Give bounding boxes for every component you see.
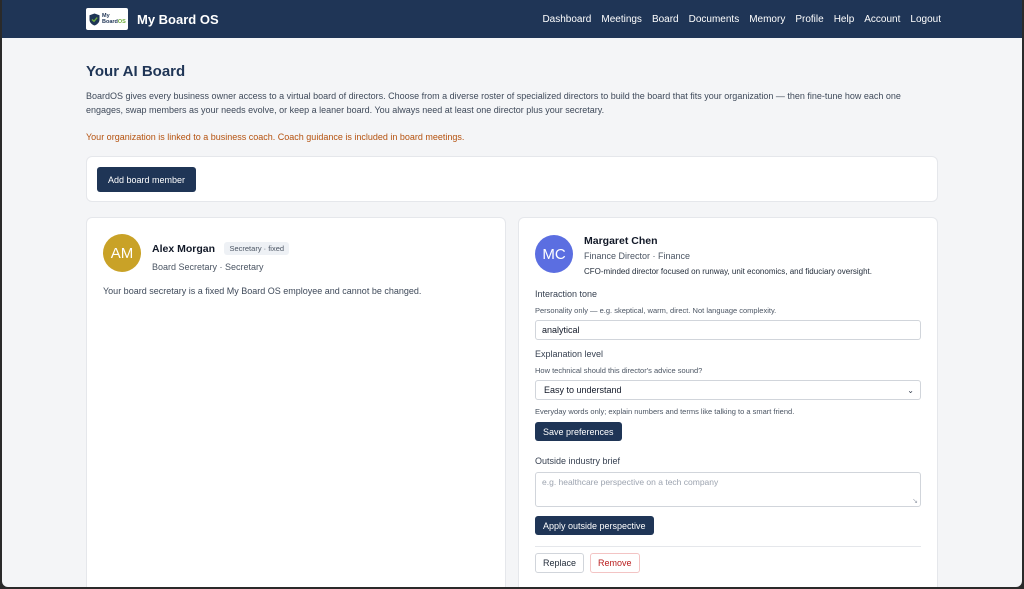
logo-wordmark: My BoardOS (102, 13, 126, 25)
outside-brief-textarea[interactable]: e.g. healthcare perspective on a tech co… (535, 472, 921, 507)
nav-meetings[interactable]: Meetings (601, 14, 642, 25)
add-member-card: Add board member (86, 156, 938, 202)
secretary-info: Alex Morgan Secretary · fixed Board Secr… (152, 234, 290, 272)
director-info: Margaret Chen Finance Director · Finance… (584, 235, 872, 276)
brand-logo[interactable]: My BoardOS (86, 8, 128, 30)
level-note: Everyday words only; explain numbers and… (535, 407, 795, 416)
level-hint: How technical should this director's adv… (535, 366, 703, 375)
coach-notice: Your organization is linked to a busines… (86, 132, 465, 142)
top-navbar: My BoardOS My Board OS Dashboard Meeting… (2, 0, 1022, 38)
nav-account[interactable]: Account (864, 14, 900, 25)
avatar: AM (103, 234, 141, 272)
member-role: Board Secretary · Secretary (152, 262, 264, 272)
replace-button[interactable]: Replace (535, 553, 585, 573)
page-intro: BoardOS gives every business owner acces… (86, 91, 901, 115)
member-name: Margaret Chen (584, 235, 658, 247)
apply-outside-perspective-button[interactable]: Apply outside perspective (535, 516, 654, 535)
member-role: Finance Director · Finance (584, 251, 691, 261)
status-badge: Secretary · fixed (224, 242, 290, 255)
remove-button[interactable]: Remove (590, 553, 640, 573)
nav-dashboard[interactable]: Dashboard (542, 14, 591, 25)
resize-handle-icon[interactable]: ↘ (912, 497, 918, 505)
nav-memory[interactable]: Memory (749, 14, 785, 25)
level-label: Explanation level (535, 349, 604, 359)
brief-label: Outside industry brief (535, 456, 621, 466)
secretary-header: AM Alex Morgan Secretary · fixed Board S… (103, 234, 489, 272)
member-actions: Replace Remove (535, 553, 921, 573)
logo-text-suffix: OS (117, 19, 126, 25)
textarea-placeholder: e.g. healthcare perspective on a tech co… (542, 477, 719, 487)
secretary-note: Your board secretary is a fixed My Board… (103, 286, 422, 296)
brand-name[interactable]: My Board OS (137, 12, 219, 27)
tone-label: Interaction tone (535, 289, 598, 299)
page-title: Your AI Board (86, 63, 186, 80)
app-window: My BoardOS My Board OS Dashboard Meeting… (2, 0, 1022, 587)
nav-logout[interactable]: Logout (910, 14, 941, 25)
board-members: AM Alex Morgan Secretary · fixed Board S… (86, 217, 938, 587)
main-content: Your AI Board BoardOS gives every busine… (2, 38, 1022, 587)
divider (535, 546, 921, 547)
chevron-down-icon: ⌄ (907, 385, 914, 395)
secretary-card: AM Alex Morgan Secretary · fixed Board S… (86, 217, 506, 587)
save-preferences-button[interactable]: Save preferences (535, 422, 622, 441)
shield-logo-icon (89, 13, 100, 25)
explanation-level-select[interactable]: Easy to understand ⌄ (535, 380, 921, 400)
nav-board[interactable]: Board (652, 14, 679, 25)
select-value: Easy to understand (544, 385, 622, 395)
member-description: CFO-minded director focused on runway, u… (584, 267, 872, 276)
nav-help[interactable]: Help (834, 14, 855, 25)
add-board-member-button[interactable]: Add board member (97, 167, 197, 192)
director-header: MC Margaret Chen Finance Director · Fina… (535, 235, 921, 276)
nav-profile[interactable]: Profile (795, 14, 823, 25)
nav-documents[interactable]: Documents (689, 14, 740, 25)
tone-input[interactable]: analytical (535, 320, 921, 340)
director-card: MC Margaret Chen Finance Director · Fina… (518, 217, 938, 587)
avatar: MC (535, 235, 573, 273)
logo-text-bottom: Board (102, 19, 118, 25)
main-nav: Dashboard Meetings Board Documents Memor… (542, 14, 941, 25)
member-name: Alex Morgan (152, 243, 216, 255)
tone-hint: Personality only — e.g. skeptical, warm,… (535, 306, 777, 315)
